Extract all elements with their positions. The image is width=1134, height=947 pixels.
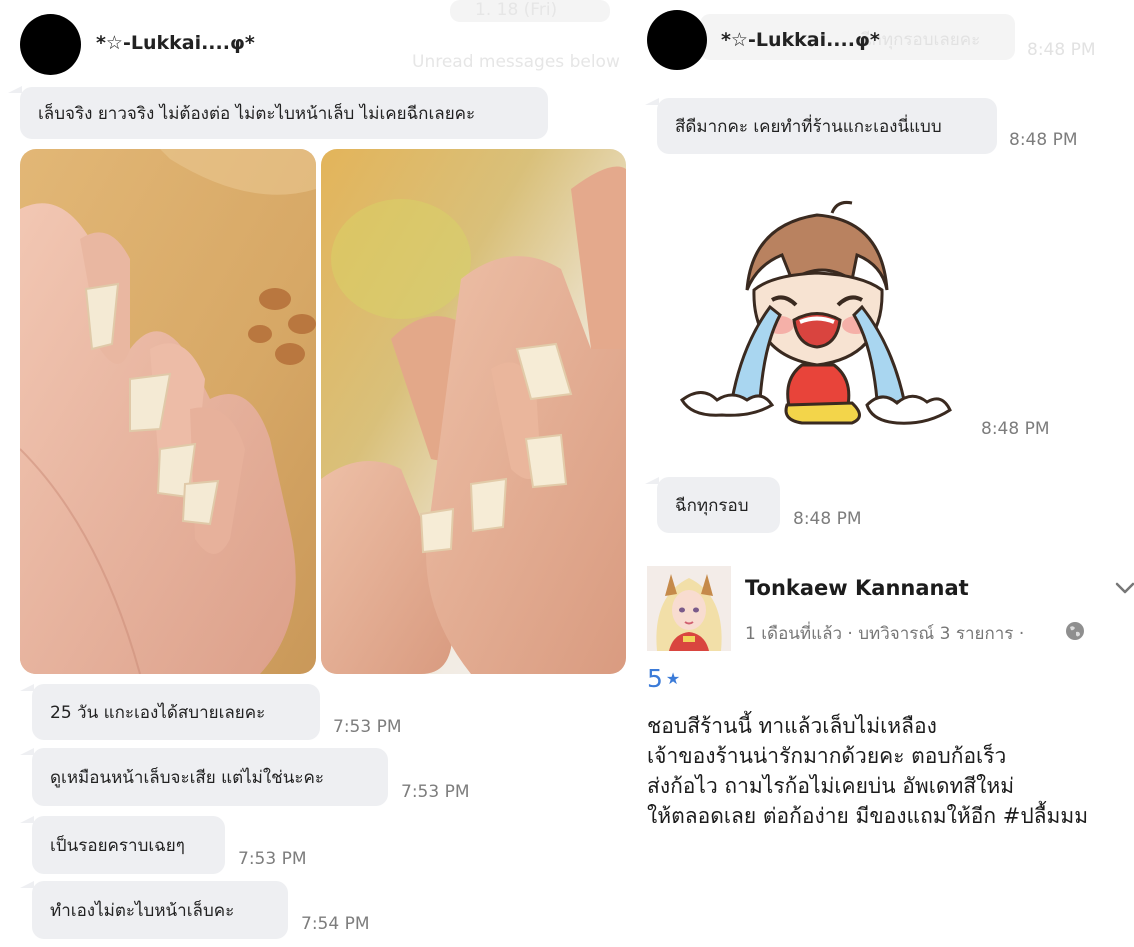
sender-name: *☆-Lukkai....φ* xyxy=(721,29,880,51)
review-line: ส่งก้อไว ถามไรก้อไม่เคยบ่น อัพเดทสีใหม่ xyxy=(647,774,1015,798)
ghost-date: 1. 18 (Fri) xyxy=(475,0,558,20)
nail-photo-2[interactable] xyxy=(321,149,626,674)
hand-photo-illustration xyxy=(20,149,316,674)
review-line: ชอบสีร้านนี้ ทาแล้วเล็บไม่เหลือง xyxy=(647,714,937,738)
crying-girl-sticker[interactable] xyxy=(672,195,957,440)
review-line: ให้ตลอดเลย ต่อก้อง่าย มีของแถมให้อีก #ปล… xyxy=(647,804,1089,828)
message-time: 7:54 PM xyxy=(301,914,370,934)
review-meta: 1 เดือนที่แล้ว · บทวิจารณ์ 3 รายการ · xyxy=(745,624,1025,644)
message-time: 7:53 PM xyxy=(333,717,402,737)
message-bubble[interactable]: 25 วัน แกะเองได้สบายเลยคะ xyxy=(32,684,320,740)
chevron-down-icon xyxy=(1115,582,1134,594)
crying-sticker-illustration xyxy=(680,201,952,425)
avatar[interactable] xyxy=(647,10,707,70)
globe-icon xyxy=(1064,620,1086,642)
message-bubble[interactable]: ฉีกทุกรอบ xyxy=(657,477,780,533)
globe-icon xyxy=(1066,622,1084,640)
message-time: 8:48 PM xyxy=(1009,130,1078,150)
star-icon: ★ xyxy=(665,669,681,688)
reviewer-name[interactable]: Tonkaew Kannanat xyxy=(745,576,969,600)
review-body: ชอบสีร้านนี้ ทาแล้วเล็บไม่เหลือง เจ้าของ… xyxy=(647,711,1088,831)
chevron-down-icon[interactable] xyxy=(1114,578,1134,598)
reviewer-avatar[interactable] xyxy=(647,566,731,651)
sender-name: *☆-Lukkai....φ* xyxy=(96,32,255,54)
message-bubble[interactable]: สีดีมากคะ เคยทำที่ร้านแกะเองนี่แบบ xyxy=(657,98,997,154)
bubble-tail xyxy=(645,477,659,484)
message-time: 7:53 PM xyxy=(238,849,307,869)
review-line: เจ้าของร้านน่ารักมากด้วยคะ ตอบก้อเร็ว xyxy=(647,744,1007,768)
nail-photo-1[interactable] xyxy=(20,149,316,674)
message-time: 8:48 PM xyxy=(793,509,862,529)
message-bubble[interactable]: เป็นรอยคราบเฉยๆ xyxy=(32,816,225,874)
bubble-tail xyxy=(8,86,22,93)
message-time: 7:53 PM xyxy=(401,782,470,802)
message-bubble[interactable]: ทำเองไม่ตะไบหน้าเล็บคะ xyxy=(32,881,288,939)
rating: 5 ★ xyxy=(647,664,680,693)
rating-value: 5 xyxy=(647,664,663,693)
bubble-tail xyxy=(20,684,34,691)
bubble-tail xyxy=(645,98,659,105)
ghost-unread-label: Unread messages below xyxy=(412,52,620,72)
hand-photo-illustration xyxy=(321,149,626,674)
avatar[interactable] xyxy=(20,14,81,75)
message-bubble[interactable]: ดูเหมือนหน้าเล็บจะเสีย แต่ไม่ใช่นะคะ xyxy=(32,748,388,806)
bubble-tail xyxy=(20,816,34,823)
ghost-time: 8:48 PM xyxy=(1027,40,1096,60)
bubble-tail xyxy=(20,748,34,755)
bubble-tail xyxy=(20,881,34,888)
message-bubble[interactable]: เล็บจริง ยาวจริง ไม่ต้องต่อ ไม่ตะไบหน้าเ… xyxy=(20,87,548,139)
reviewer-avatar-image xyxy=(647,566,731,651)
sticker-time: 8:48 PM xyxy=(981,419,1050,439)
